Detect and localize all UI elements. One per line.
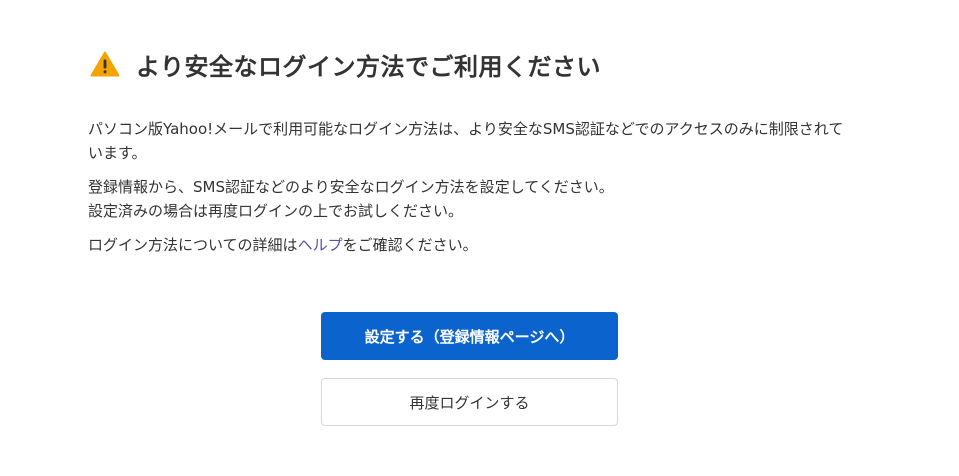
instruction-line-1: 登録情報から、SMS認証などのより安全なログイン方法を設定してください。	[88, 178, 614, 196]
help-link[interactable]: ヘルプ	[298, 236, 343, 254]
page-title: より安全なログイン方法でご利用ください	[136, 52, 602, 81]
help-text-before: ログイン方法についての詳細は	[88, 236, 298, 254]
restriction-paragraph: パソコン版Yahoo!メールで利用可能なログイン方法は、より安全なSMS認証など…	[88, 120, 844, 162]
message-body: パソコン版Yahoo!メールで利用可能なログイン方法は、より安全なSMS認証など…	[88, 117, 858, 267]
title-row: より安全なログイン方法でご利用ください	[90, 44, 601, 84]
help-text-after: をご確認ください。	[342, 236, 478, 254]
instruction-paragraph: 登録情報から、SMS認証などのより安全なログイン方法を設定してください。 設定済…	[88, 175, 858, 223]
instruction-line-2: 設定済みの場合は再度ログインの上でお試しください。	[88, 202, 464, 220]
settings-button[interactable]: 設定する（登録情報ページへ）	[321, 312, 618, 360]
warning-icon	[90, 51, 120, 77]
help-paragraph: ログイン方法についての詳細はヘルプをご確認ください。	[88, 233, 858, 257]
relogin-button[interactable]: 再度ログインする	[321, 378, 618, 426]
